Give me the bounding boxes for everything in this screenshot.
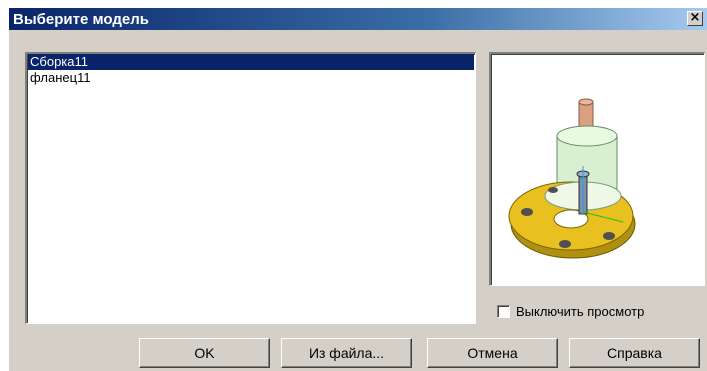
model-preview bbox=[489, 52, 705, 286]
dialog-title: Выберите модель bbox=[13, 10, 149, 28]
disable-preview-checkbox[interactable] bbox=[497, 304, 510, 318]
list-item-assembly[interactable]: Сборка11 bbox=[28, 54, 474, 70]
from-file-button[interactable]: Из файла... bbox=[281, 338, 412, 368]
flange-assembly-preview-image bbox=[508, 98, 636, 259]
model-listbox[interactable]: Сборка11 фланец11 bbox=[25, 52, 476, 324]
close-icon: × bbox=[689, 10, 701, 25]
list-item-label: Сборка11 bbox=[30, 54, 88, 69]
list-item-label: фланец11 bbox=[30, 70, 91, 85]
help-button[interactable]: Справка bbox=[569, 338, 700, 368]
close-button[interactable]: × bbox=[687, 11, 703, 26]
list-item-flange[interactable]: фланец11 bbox=[28, 70, 474, 86]
ok-button[interactable]: OK bbox=[139, 338, 270, 368]
disable-preview-label: Выключить просмотр bbox=[516, 303, 645, 319]
cancel-button[interactable]: Отмена bbox=[427, 338, 558, 368]
select-model-dialog: Выберите модель × Сборка11 фланец11 Выкл… bbox=[8, 8, 707, 371]
title-bar[interactable]: Выберите модель × bbox=[9, 8, 707, 30]
disable-preview-option[interactable]: Выключить просмотр bbox=[497, 302, 644, 320]
